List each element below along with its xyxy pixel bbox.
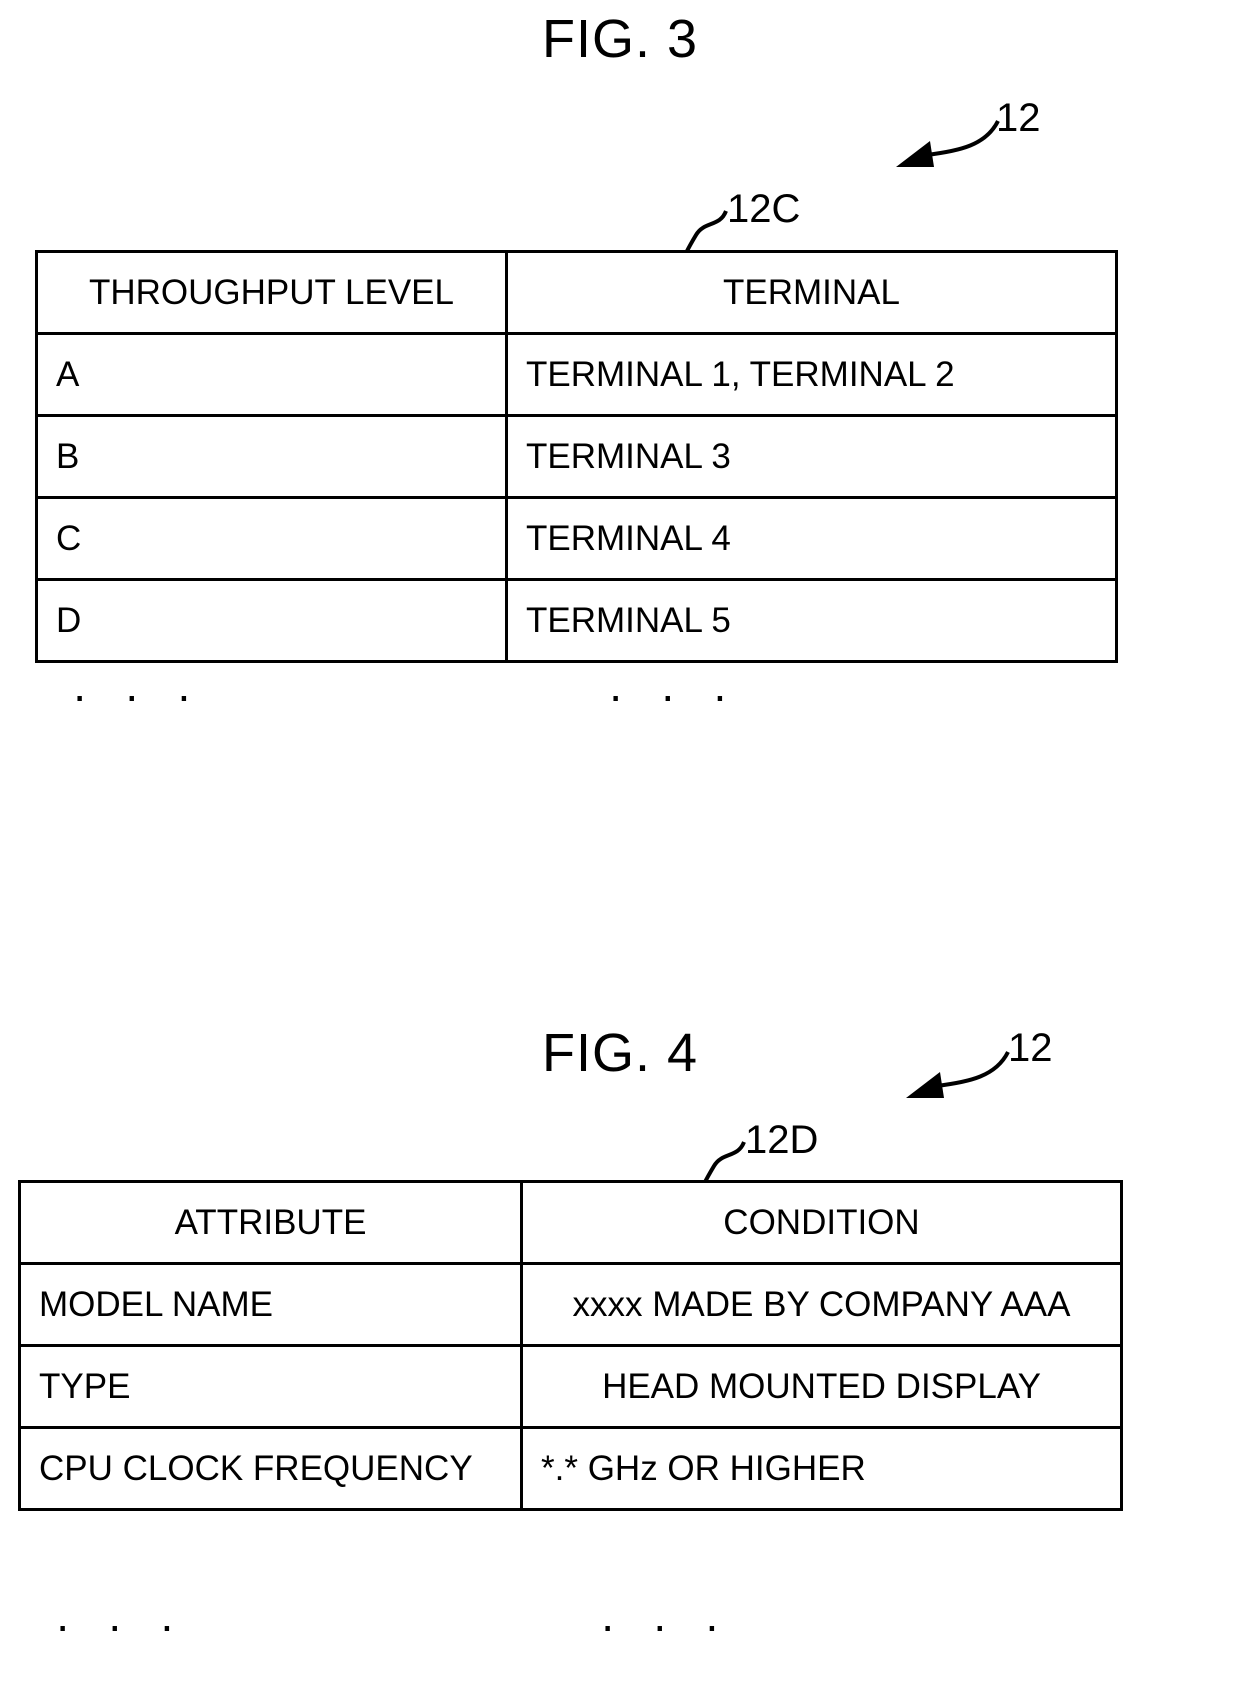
figure-3-title: FIG. 3 [541, 9, 699, 69]
cell-terminal: TERMINAL 5 [505, 578, 1118, 663]
cell-terminal: TERMINAL 1, TERMINAL 2 [505, 332, 1118, 417]
table-row: MODEL NAME xxxx MADE BY COMPANY AAA [18, 1262, 1123, 1347]
ellipsis-condition-column: · · · [600, 1599, 732, 1651]
cell-condition: *.* GHz OR HIGHER [520, 1426, 1123, 1511]
cell-attribute: TYPE [18, 1344, 523, 1429]
cell-throughput-level: C [35, 496, 508, 581]
table-row: C TERMINAL 4 [35, 496, 1118, 581]
cell-throughput-level: A [35, 332, 508, 417]
cell-attribute: MODEL NAME [18, 1262, 523, 1347]
cell-condition: xxxx MADE BY COMPANY AAA [520, 1262, 1123, 1347]
leader-line-12-fig3 [896, 120, 1000, 167]
figure-4-title: FIG. 4 [541, 1023, 699, 1083]
attribute-condition-table: ATTRIBUTE CONDITION MODEL NAME xxxx MADE… [18, 1180, 1123, 1511]
table-header-row: ATTRIBUTE CONDITION [18, 1180, 1123, 1265]
table-row: A TERMINAL 1, TERMINAL 2 [35, 332, 1118, 417]
table-row: CPU CLOCK FREQUENCY *.* GHz OR HIGHER [18, 1426, 1123, 1511]
cell-terminal: TERMINAL 4 [505, 496, 1118, 581]
reference-numeral-12-fig4: 12 [1008, 1026, 1053, 1070]
column-header-terminal: TERMINAL [505, 250, 1118, 335]
reference-numeral-12c: 12C [727, 187, 801, 231]
table-header-row: THROUGHPUT LEVEL TERMINAL [35, 250, 1118, 335]
throughput-level-terminal-table: THROUGHPUT LEVEL TERMINAL A TERMINAL 1, … [35, 250, 1118, 663]
table-row: B TERMINAL 3 [35, 414, 1118, 499]
column-header-condition: CONDITION [520, 1180, 1123, 1265]
ellipsis-attribute-column: · · · [55, 1599, 187, 1651]
column-header-throughput-level: THROUGHPUT LEVEL [35, 250, 508, 335]
cell-throughput-level: D [35, 578, 508, 663]
column-header-attribute: ATTRIBUTE [18, 1180, 523, 1265]
cell-terminal: TERMINAL 3 [505, 414, 1118, 499]
table-row: TYPE HEAD MOUNTED DISPLAY [18, 1344, 1123, 1429]
cell-attribute: CPU CLOCK FREQUENCY [18, 1426, 523, 1511]
table-row: D TERMINAL 5 [35, 578, 1118, 663]
ellipsis-terminal-column: · · · [608, 669, 740, 721]
reference-numeral-12-fig3: 12 [996, 96, 1041, 140]
cell-throughput-level: B [35, 414, 508, 499]
reference-numeral-12d: 12D [745, 1118, 819, 1162]
ellipsis-throughput-level-column: · · · [72, 669, 204, 721]
cell-condition: HEAD MOUNTED DISPLAY [520, 1344, 1123, 1429]
